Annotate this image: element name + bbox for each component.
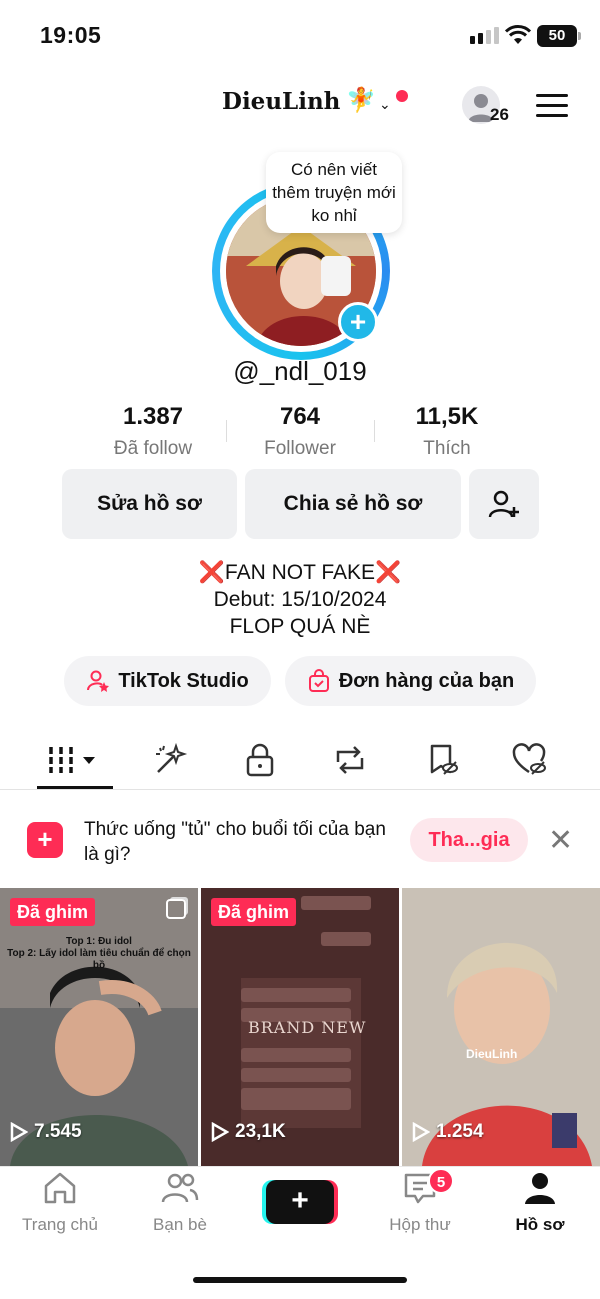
nav-label: Bạn bè	[153, 1215, 207, 1234]
bio-line: Debut: 15/10/2024	[213, 588, 387, 611]
nav-home[interactable]: Trang chủ	[0, 1170, 120, 1235]
add-post-icon: +	[27, 822, 63, 858]
cellular-signal-icon	[470, 27, 499, 44]
stat-following[interactable]: 1.387 Đã follow	[68, 403, 238, 460]
view-count: 23,1K	[211, 1121, 286, 1143]
chevron-down-icon[interactable]: ⌄	[379, 96, 391, 113]
repost-icon	[336, 746, 364, 774]
video-watermark: DieuLinh	[466, 1047, 518, 1061]
wifi-icon	[505, 25, 531, 44]
nav-label: Trang chủ	[22, 1215, 98, 1234]
stat-label: Thích	[423, 438, 471, 459]
view-count: 1.254	[412, 1121, 484, 1143]
share-profile-button[interactable]: Chia sẻ hồ sơ	[245, 469, 461, 539]
tab-effects[interactable]	[140, 738, 200, 782]
person-star-icon	[87, 670, 110, 692]
nav-profile[interactable]: Hồ sơ	[480, 1170, 600, 1235]
grid-icon	[49, 747, 95, 773]
pinned-badge: Đã ghim	[211, 898, 297, 926]
view-count: 7.545	[10, 1121, 82, 1143]
close-icon[interactable]: ✕	[548, 823, 573, 858]
add-person-icon	[488, 490, 519, 518]
profile-icon	[525, 1173, 555, 1204]
video-caption: Top 1: Đu idol Top 2: Lấy idol làm tiêu …	[7, 936, 191, 971]
join-button[interactable]: Tha...gia	[410, 818, 528, 862]
friends-count: 26	[490, 105, 509, 124]
fairy-emoji: 🧚	[346, 87, 376, 114]
stat-followers[interactable]: 764 Follower	[215, 403, 385, 460]
carousel-icon	[166, 899, 186, 919]
note-bubble[interactable]: Có nên viết thêm truyện mới ko nhỉ	[266, 152, 402, 233]
bookmark-hidden-icon	[430, 744, 458, 775]
menu-button[interactable]	[536, 94, 568, 124]
stat-label: Follower	[264, 438, 336, 459]
add-friend-button[interactable]	[469, 469, 539, 539]
bio-line: FLOP QUÁ NÈ	[229, 615, 371, 638]
shopping-bag-icon	[308, 669, 329, 692]
create-button[interactable]: +	[266, 1180, 334, 1224]
heart-hidden-icon	[512, 743, 546, 775]
tiktok-studio-button[interactable]: TikTok Studio	[64, 656, 271, 706]
bio-line: ❌FAN NOT FAKE❌	[198, 561, 402, 584]
play-icon	[211, 1122, 229, 1142]
profile-username[interactable]: DieuLinh	[222, 88, 340, 115]
friends-icon	[161, 1173, 199, 1203]
add-story-button[interactable]: +	[338, 302, 378, 342]
tab-videos[interactable]	[37, 738, 113, 782]
video-overlay-text: BRAND NEW	[248, 1018, 367, 1037]
orders-button[interactable]: Đơn hàng của bạn	[285, 656, 536, 706]
stat-likes[interactable]: 11,5K Thích	[362, 403, 532, 460]
stat-value: 764	[279, 403, 321, 430]
home-icon	[44, 1172, 76, 1204]
banner-prompt[interactable]: Thức uống "tủ" cho buổi tối của bạn là g…	[84, 817, 394, 867]
home-indicator[interactable]	[193, 1277, 407, 1283]
tab-private[interactable]	[230, 738, 290, 782]
play-icon	[10, 1122, 28, 1142]
nav-label: Hồ sơ	[515, 1215, 565, 1234]
status-time: 19:05	[40, 22, 102, 48]
tab-favorites[interactable]	[412, 738, 472, 782]
nav-inbox[interactable]: Hộp thư	[360, 1170, 480, 1235]
battery-indicator: 50	[537, 25, 581, 47]
tab-liked[interactable]	[500, 738, 560, 782]
pill-label: Đơn hàng của bạn	[338, 669, 515, 692]
edit-profile-button[interactable]: Sửa hồ sơ	[62, 469, 237, 539]
stat-value: 1.387	[122, 403, 184, 430]
nav-friends[interactable]: Bạn bè	[120, 1170, 240, 1235]
profile-handle: @_ndl_019	[233, 356, 367, 386]
stat-value: 11,5K	[415, 403, 479, 430]
pinned-badge: Đã ghim	[10, 898, 96, 926]
pill-label: TikTok Studio	[118, 669, 249, 692]
lock-icon	[246, 743, 274, 777]
active-tab-indicator	[37, 786, 113, 789]
inbox-badge: 5	[428, 1168, 454, 1194]
nav-label: Hộp thư	[389, 1215, 451, 1234]
notification-dot	[396, 90, 408, 102]
tab-reposts[interactable]	[320, 738, 380, 782]
stat-label: Đã follow	[113, 438, 193, 459]
play-icon	[412, 1122, 430, 1142]
magic-wand-icon	[156, 742, 188, 773]
